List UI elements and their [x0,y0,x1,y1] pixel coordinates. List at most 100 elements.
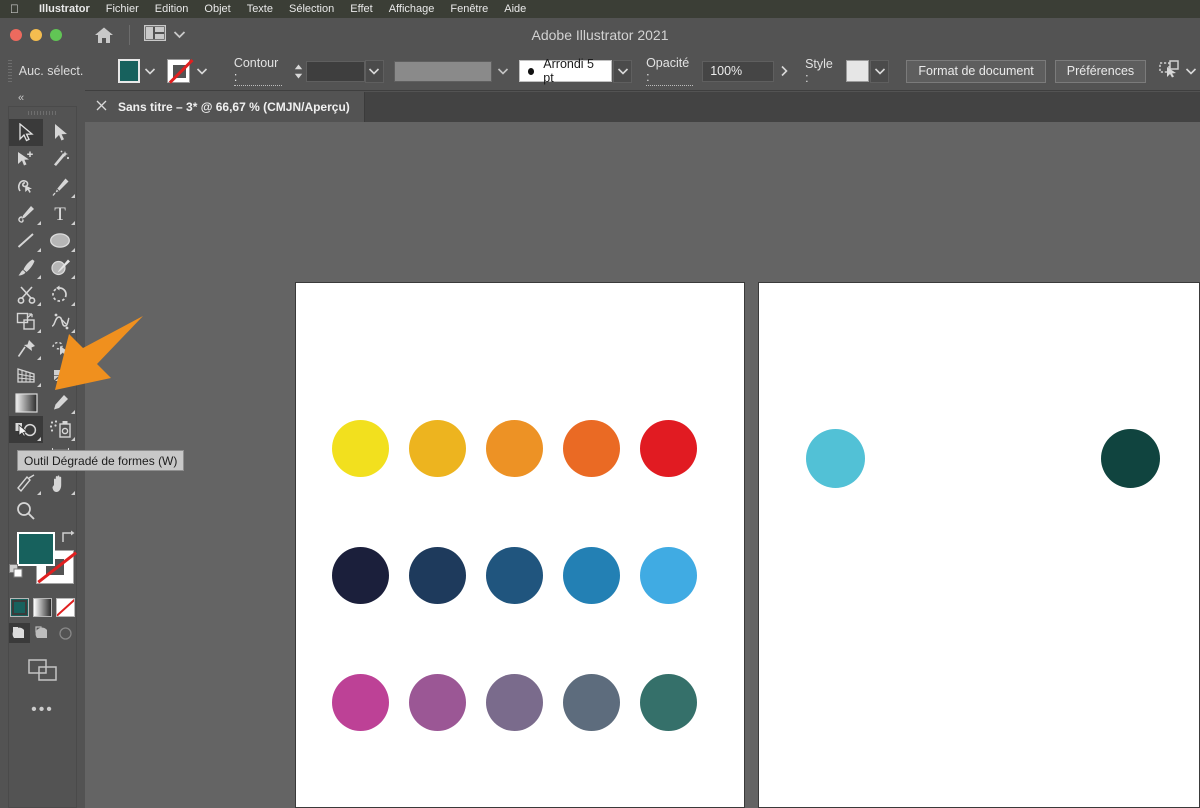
style-chevron-down-icon[interactable] [870,59,890,83]
zoom-button[interactable] [50,29,62,41]
stroke-weight-input[interactable] [306,60,365,82]
circle-mauve[interactable] [486,674,543,731]
brush-chevron-down-icon[interactable] [613,59,633,83]
type-tool[interactable]: T [43,200,77,227]
slice-tool[interactable] [9,470,43,497]
scale-tool[interactable] [9,308,43,335]
gradient-mode-button[interactable] [33,598,52,617]
eyedropper-tool[interactable] [43,389,77,416]
brush-definition-select[interactable]: Arrondi 5 pt [518,57,613,85]
opacity-label[interactable]: Opacité : [646,56,694,86]
circle-blue[interactable] [563,547,620,604]
circle-yellow[interactable] [332,420,389,477]
ellipse-tool[interactable] [43,227,77,254]
color-mode-button[interactable] [10,598,29,617]
circle-navy[interactable] [409,547,466,604]
none-mode-button[interactable] [56,598,75,617]
blend-tool[interactable] [9,416,43,443]
fill-chevron-down-icon[interactable] [140,59,159,83]
draw-normal-button[interactable] [9,623,30,643]
stroke-chevron-down-icon[interactable] [193,59,212,83]
symbol-sprayer-tool[interactable] [43,416,77,443]
direct-selection-tool[interactable] [43,119,77,146]
shape-builder-tool[interactable] [43,335,77,362]
menu-item-illustrator[interactable]: Illustrator [31,0,98,18]
circle-orchid[interactable] [409,674,466,731]
menu-item-texte[interactable]: Texte [239,0,281,18]
gradient-tool[interactable] [9,389,43,416]
shaper-tool[interactable] [43,254,77,281]
control-bar-grip[interactable] [8,60,12,82]
paintbrush-tool[interactable] [9,254,43,281]
select-similar-icon[interactable] [1159,59,1181,83]
menu-item-effet[interactable]: Effet [342,0,380,18]
circle-steel-blue[interactable] [486,547,543,604]
stroke-color-swatch[interactable] [167,59,190,83]
close-icon[interactable] [96,100,107,114]
free-transform-tool[interactable] [9,335,43,362]
graphic-style-swatch[interactable] [845,60,870,82]
circle-magenta[interactable] [332,674,389,731]
circle-teal-green[interactable] [640,674,697,731]
stroke-weight-label[interactable]: Contour : [233,56,283,86]
circle-red[interactable] [640,420,697,477]
circle-orange[interactable] [486,420,543,477]
minimize-button[interactable] [30,29,42,41]
line-segment-tool[interactable] [9,227,43,254]
variable-width-profile-input[interactable] [393,60,492,82]
artboard-2[interactable] [758,282,1200,808]
magic-wand-tool[interactable] [9,146,43,173]
default-fill-stroke-icon[interactable] [9,564,25,585]
menu-item-fenetre[interactable]: Fenêtre [442,0,496,18]
perspective-grid-tool[interactable] [9,362,43,389]
lasso-tool[interactable] [43,146,77,173]
home-icon[interactable] [91,22,117,48]
pencil-tool[interactable] [9,200,43,227]
circle-gold[interactable] [409,420,466,477]
style-label[interactable]: Style : [805,57,838,86]
circle-slate[interactable] [563,674,620,731]
scissors-tool[interactable] [9,281,43,308]
circle-darkorange[interactable] [563,420,620,477]
draw-inside-button[interactable] [55,623,76,643]
menu-item-affichage[interactable]: Affichage [381,0,443,18]
edit-toolbar-button[interactable]: ••• [9,702,76,718]
opacity-chevron-right-icon[interactable] [774,59,793,83]
menu-item-aide[interactable]: Aide [496,0,534,18]
menu-item-selection[interactable]: Sélection [281,0,342,18]
variable-width-chevron-down-icon[interactable] [494,59,513,83]
document-tab[interactable]: Sans titre – 3* @ 66,67 % (CMJN/Aperçu) [85,92,365,122]
curvature-tool[interactable] [9,173,43,200]
selection-tool[interactable] [9,119,43,146]
tools-panel-grip[interactable] [27,111,58,115]
mesh-tool[interactable] [43,362,77,389]
circle-light-blue[interactable] [640,547,697,604]
change-screen-mode-button[interactable] [9,659,76,686]
menu-item-fichier[interactable]: Fichier [98,0,147,18]
circle-navy-darkest[interactable] [332,547,389,604]
pen-tool[interactable] [43,173,77,200]
swap-fill-stroke-icon[interactable] [60,529,76,549]
menu-item-edition[interactable]: Edition [147,0,197,18]
close-button[interactable] [10,29,22,41]
menu-item-objet[interactable]: Objet [196,0,238,18]
circle-cyan[interactable] [806,429,865,488]
zoom-tool[interactable] [9,497,43,524]
stroke-weight-stepper[interactable] [292,59,304,83]
draw-behind-button[interactable] [32,623,53,643]
arrange-documents-button[interactable] [143,24,186,46]
hand-tool[interactable] [43,470,77,497]
collapse-panel-button[interactable]: « [0,88,85,104]
preferences-button[interactable]: Préférences [1054,59,1147,83]
select-similar-chevron-down-icon[interactable] [1181,59,1200,83]
document-setup-button[interactable]: Format de document [906,59,1046,83]
canvas-area[interactable] [85,122,1200,808]
opacity-input[interactable]: 100% [702,60,775,82]
apple-icon[interactable]:  [10,3,19,15]
rotate-tool[interactable] [43,281,77,308]
fill-color-swatch[interactable] [117,59,141,83]
circle-dark-teal[interactable] [1101,429,1160,488]
width-tool[interactable] [43,308,77,335]
fill-swatch[interactable] [17,532,55,566]
stroke-weight-chevron-down-icon[interactable] [364,59,384,83]
